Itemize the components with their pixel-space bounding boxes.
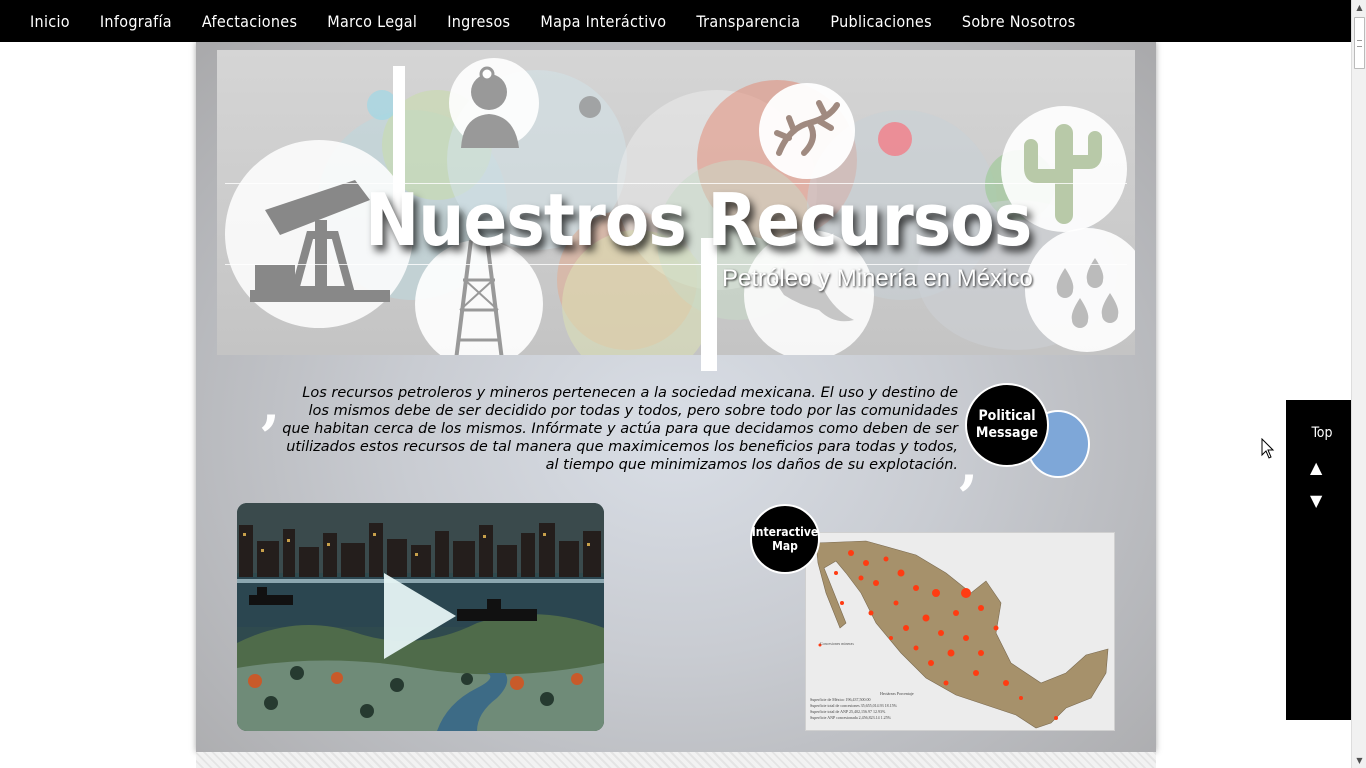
interactive-map-badge[interactable]: Interactive Map	[750, 504, 820, 574]
back-to-top-link[interactable]: Top	[1286, 425, 1358, 441]
scrollbar-thumb[interactable]	[1354, 17, 1365, 69]
video-player[interactable]	[237, 503, 604, 731]
nav-item-inicio[interactable]: Inicio	[15, 12, 85, 31]
scrollbar-down-arrow-icon[interactable]: ▼	[1352, 753, 1366, 768]
vertical-scrollbar[interactable]: ▲ ▼	[1351, 0, 1366, 768]
nav-item-sobre-nosotros[interactable]: Sobre Nosotros	[947, 12, 1091, 31]
scrollbar-up-arrow-icon[interactable]: ▲	[1352, 0, 1366, 15]
page-footer-pattern	[196, 752, 1156, 768]
nav-item-afectaciones[interactable]: Afectaciones	[187, 12, 312, 31]
mission-quote: Los recursos petroleros y mineros perten…	[282, 385, 958, 473]
political-message-badge[interactable]: Political Message	[965, 383, 1049, 467]
deco-circle	[878, 122, 912, 156]
map-stats-table: Hectáreas Porcentaje Superficie de Méxic…	[810, 691, 928, 721]
mouse-cursor-icon	[1261, 438, 1275, 459]
nav-item-ingresos[interactable]: Ingresos	[432, 12, 525, 31]
top-navigation: Inicio Infografía Afectaciones Marco Leg…	[0, 0, 1351, 42]
map-legend: Concesiones mineras	[820, 641, 854, 646]
miner-icon	[449, 58, 539, 148]
banner-bar	[701, 355, 717, 371]
water-drops-icon	[1025, 228, 1135, 352]
nav-item-infografia[interactable]: Infografía	[85, 12, 187, 31]
table-header: Porcentaje	[896, 691, 914, 696]
nav-item-mapa-interactivo[interactable]: Mapa Interáctivo	[525, 12, 681, 31]
deco-circle	[579, 96, 601, 118]
page-subtitle: Petróleo y Minería en México	[722, 265, 1033, 292]
lizard-icon	[759, 83, 855, 179]
table-row: Superficie ANP concesionada 2,456,823.14…	[810, 715, 891, 720]
main-content: Nuestros Recursos Petróleo y Minería en …	[196, 42, 1156, 752]
hero-banner: Nuestros Recursos Petróleo y Minería en …	[217, 50, 1135, 355]
scroll-side-panel: Top ▲ ▼	[1286, 400, 1351, 720]
nav-item-marco-legal[interactable]: Marco Legal	[312, 12, 432, 31]
page-title: Nuestros Recursos	[365, 178, 1032, 262]
table-header: Hectáreas	[880, 691, 896, 696]
mexico-map-thumbnail[interactable]: Concesiones mineras Hectáreas Porcentaje…	[805, 532, 1115, 731]
nav-item-transparencia[interactable]: Transparencia	[681, 12, 815, 31]
play-icon[interactable]	[384, 573, 456, 659]
scroll-up-icon[interactable]: ▲	[1310, 458, 1322, 477]
scroll-down-icon[interactable]: ▼	[1310, 491, 1322, 510]
nav-item-publicaciones[interactable]: Publicaciones	[815, 12, 947, 31]
